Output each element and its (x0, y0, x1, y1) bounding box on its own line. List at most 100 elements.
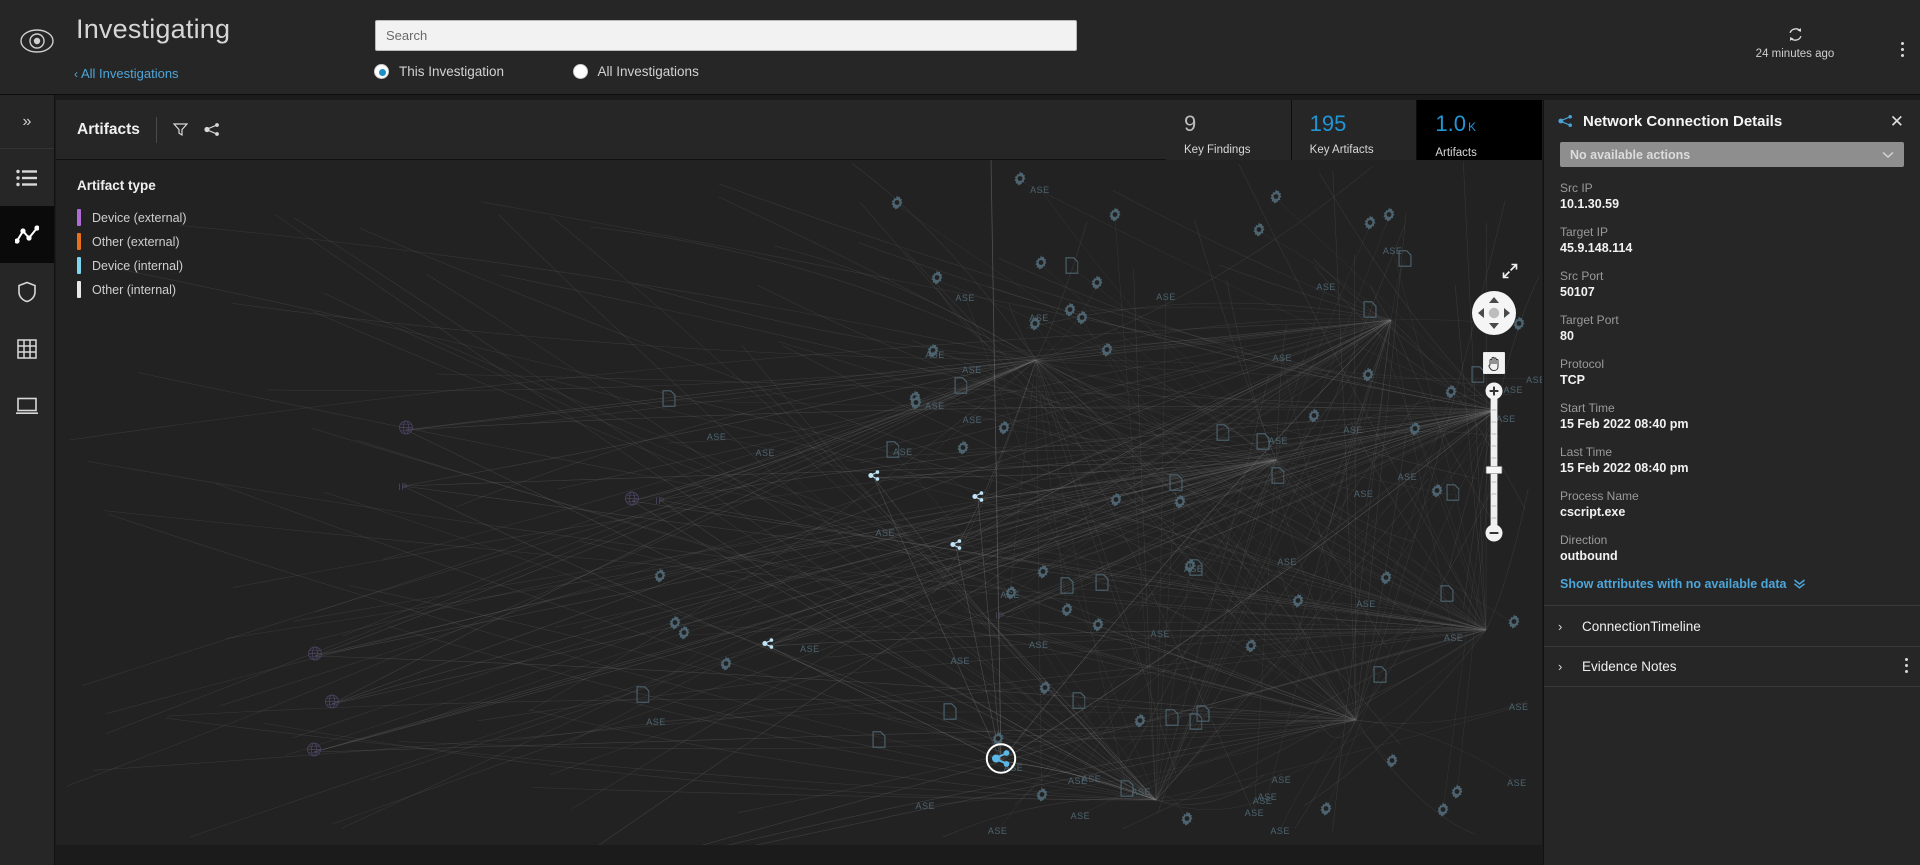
actions-dropdown[interactable]: No available actions (1560, 142, 1904, 167)
graph-node-network-connection[interactable] (968, 487, 988, 512)
graph-node-ase-label[interactable]: ASE (1383, 241, 1403, 259)
sidebar-item-grid-view[interactable] (0, 320, 54, 377)
legend-item[interactable]: Device (external) (77, 206, 186, 229)
graph-node-process[interactable] (1011, 170, 1028, 192)
graph-node-process[interactable] (1434, 801, 1451, 823)
graph-node-process[interactable] (929, 269, 946, 291)
kebab-menu-icon[interactable] (1901, 42, 1904, 60)
graph-node-process[interactable] (1360, 366, 1377, 388)
filter-icon[interactable] (172, 122, 188, 137)
graph-node-process[interactable] (1443, 383, 1460, 405)
graph-node-process[interactable] (1132, 712, 1149, 734)
graph-node-process[interactable] (1034, 563, 1051, 585)
graph-node-file[interactable] (872, 731, 887, 753)
legend-item[interactable]: Other (external) (77, 230, 186, 253)
expand-arrows-icon[interactable] (1502, 263, 1518, 279)
graph-node-ip-label[interactable]: IP (655, 491, 665, 509)
graph-node-ase-label[interactable]: ASE (1343, 420, 1363, 438)
graph-node-ase-label[interactable]: ASE (1131, 782, 1151, 800)
graph-node-process[interactable] (1033, 254, 1050, 276)
graph-node-network-connection[interactable] (758, 634, 778, 659)
kebab-menu-icon[interactable] (1905, 657, 1908, 676)
graph-node-network-connection[interactable] (946, 535, 966, 560)
graph-node-file[interactable] (1446, 484, 1460, 506)
graph-node-ase-label[interactable]: ASE (1509, 697, 1529, 715)
graph-node-process[interactable] (1099, 341, 1116, 363)
graph-node-ase-label[interactable]: ASE (800, 639, 820, 657)
graph-node-file[interactable] (636, 686, 650, 708)
show-attributes-toggle[interactable]: Show attributes with no available data (1544, 577, 1920, 591)
graph-node-ase-label[interactable]: ASE (1444, 628, 1464, 646)
graph-node-selected[interactable] (985, 743, 1017, 780)
graph-node-file[interactable] (1189, 559, 1203, 581)
graph-node-ase-label[interactable]: ASE (1356, 594, 1376, 612)
graph-node-file[interactable] (1065, 257, 1079, 279)
graph-node-process[interactable] (1378, 569, 1395, 591)
graph-node-ase-label[interactable]: ASE (893, 442, 913, 460)
sidebar-item-graph-view[interactable] (0, 206, 54, 263)
graph-node-ase-label[interactable]: ASE (1000, 585, 1020, 603)
graph-node-ase-label[interactable]: ASE (925, 396, 945, 414)
graph-node-process[interactable] (954, 439, 971, 461)
graph-node-process[interactable] (1090, 616, 1107, 638)
close-icon[interactable]: ✕ (1886, 111, 1908, 132)
graph-node-file[interactable] (1072, 692, 1086, 714)
graph-node-file[interactable] (1120, 780, 1134, 802)
graph-node-process[interactable] (1268, 188, 1285, 210)
graph-node-ase-label[interactable]: ASE (1398, 467, 1418, 485)
graph-node-ase-label[interactable]: ASE (1068, 771, 1088, 789)
graph-node-file[interactable] (662, 389, 676, 412)
graph-node-file[interactable] (1060, 577, 1075, 599)
graph-node-ase-label[interactable]: ASE (988, 821, 1008, 839)
graph-node-external-device[interactable] (307, 742, 322, 762)
graph-node-file[interactable] (1440, 585, 1454, 607)
graph-node-file[interactable] (1363, 301, 1377, 323)
graph-node-file[interactable] (1373, 666, 1387, 688)
graph-node-ase-label[interactable]: ASE (1277, 552, 1297, 570)
legend-item[interactable]: Other (internal) (77, 278, 186, 301)
graph-node-ase-label[interactable]: ASE (1316, 277, 1336, 295)
graph-node-file[interactable] (943, 703, 957, 725)
graph-node-ip-label[interactable]: IP (398, 477, 408, 495)
graph-node-ase-label[interactable]: ASE (925, 345, 945, 363)
graph-node-external-device[interactable] (325, 694, 340, 714)
graph-node-process[interactable] (1107, 491, 1124, 513)
graph-node-file[interactable] (1095, 573, 1109, 596)
search-input[interactable] (375, 20, 1077, 51)
graph-node-external-device[interactable] (625, 491, 640, 511)
graph-node-ase-label[interactable]: ASE (755, 443, 775, 461)
graph-node-ase-label[interactable]: ASE (951, 651, 971, 669)
graph-node-process[interactable] (1033, 786, 1050, 808)
radio-this-investigation[interactable]: This Investigation (374, 64, 504, 79)
pan-compass-icon[interactable] (1471, 290, 1517, 336)
graph-node-process[interactable] (1407, 420, 1424, 442)
chevron-double-right-icon[interactable]: » (0, 95, 54, 149)
graph-node-ase-label[interactable]: ASE (1272, 770, 1292, 788)
graph-node-file[interactable] (1189, 713, 1203, 735)
graph-node-process[interactable] (1250, 221, 1267, 243)
graph-node-process[interactable] (1089, 274, 1106, 296)
graph-node-process[interactable] (1027, 315, 1044, 337)
graph-node-file[interactable] (954, 377, 968, 399)
graph-node-ase-label[interactable]: ASE (1071, 806, 1091, 824)
graph-node-process[interactable] (1242, 637, 1259, 659)
breadcrumb[interactable]: ‹ All Investigations (74, 66, 179, 81)
graph-node-ase-label[interactable]: ASE (1503, 380, 1523, 398)
graph-node-process[interactable] (1505, 613, 1522, 635)
graph-node-ase-label[interactable]: ASE (707, 427, 727, 445)
graph-node-ase-label[interactable]: ASE (1354, 484, 1374, 502)
graph-node-file[interactable] (1271, 467, 1285, 489)
graph-node-process[interactable] (1059, 601, 1076, 623)
graph-node-ase-label[interactable]: ASE (1507, 773, 1527, 791)
graph-node-process[interactable] (651, 567, 668, 589)
graph-node-file[interactable] (1169, 474, 1183, 496)
graph-node-network-connection[interactable] (864, 466, 884, 491)
graph-node-process[interactable] (1289, 592, 1306, 614)
graph-node-ase-label[interactable]: ASE (1268, 431, 1288, 449)
refresh-icon[interactable] (1787, 26, 1804, 43)
graph-node-process[interactable] (1037, 679, 1054, 701)
graph-node-process[interactable] (1178, 810, 1195, 832)
graph-node-ase-label[interactable]: ASE (1253, 791, 1273, 809)
graph-node-file[interactable] (1216, 424, 1230, 446)
network-share-icon[interactable] (204, 122, 220, 137)
